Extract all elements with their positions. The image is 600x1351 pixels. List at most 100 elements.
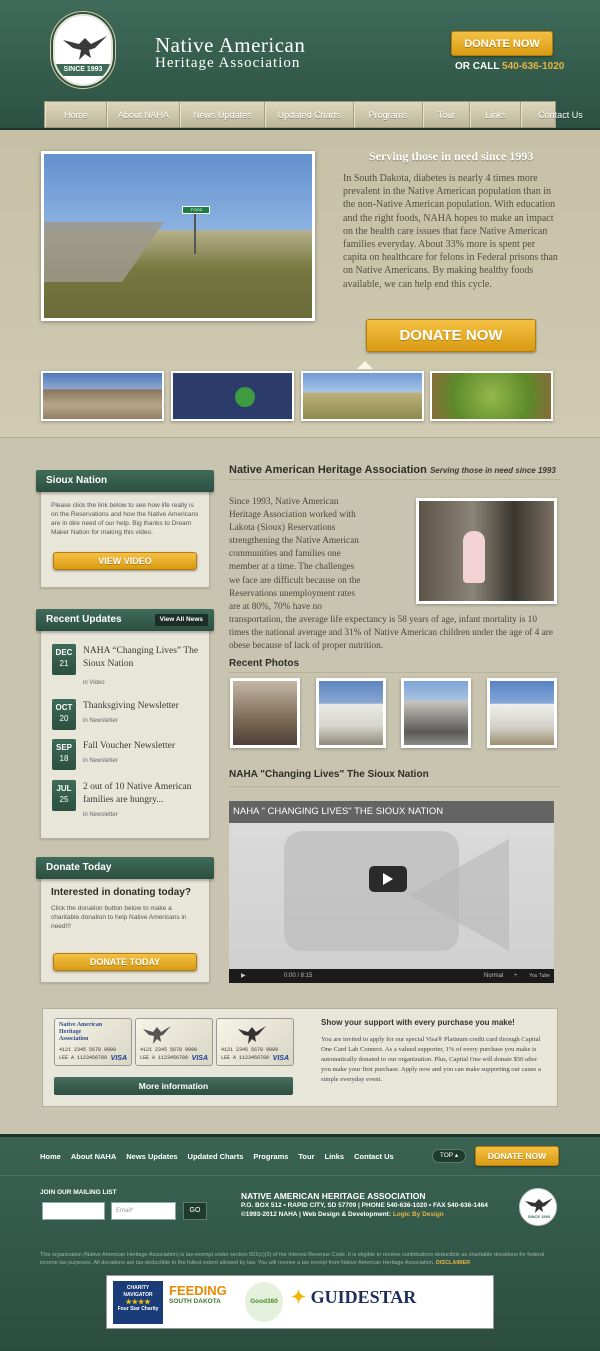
nav-contact[interactable]: Contact Us bbox=[521, 102, 599, 127]
guidestar-logo[interactable]: ✦ GUIDESTAR bbox=[291, 1287, 416, 1308]
visa-logo: VISA bbox=[110, 1055, 127, 1062]
view-all-news-button[interactable]: View All News bbox=[154, 614, 208, 626]
hero-thumb-2[interactable] bbox=[171, 371, 294, 421]
recent-photo-4[interactable] bbox=[487, 678, 557, 748]
naha-logo[interactable]: SINCE 1993 bbox=[53, 14, 113, 86]
phone-number[interactable]: 540-636-1020 bbox=[502, 61, 564, 72]
name-input[interactable] bbox=[42, 1202, 105, 1220]
fullscreen-icon[interactable]: + bbox=[514, 969, 518, 983]
footer-divider bbox=[0, 1175, 600, 1176]
recent-photo-3[interactable] bbox=[401, 678, 471, 748]
nav-news[interactable]: News Updates bbox=[180, 102, 265, 127]
update-title[interactable]: NAHA “Changing Lives” The Sioux Nation bbox=[83, 645, 203, 670]
footer-nav-programs[interactable]: Programs bbox=[253, 1152, 288, 1161]
logo-since-text: SINCE 1993 bbox=[55, 64, 111, 76]
footer-nav-charts[interactable]: Updated Charts bbox=[188, 1152, 244, 1161]
update-title[interactable]: Thanksgiving Newsletter bbox=[83, 700, 203, 713]
footer-nav-tour[interactable]: Tour bbox=[298, 1152, 314, 1161]
divider bbox=[229, 786, 560, 787]
donate-today-button[interactable]: DONATE TODAY bbox=[53, 953, 197, 971]
video-quality[interactable]: Normal bbox=[484, 969, 503, 983]
update-cat[interactable]: Newsletter bbox=[89, 718, 117, 724]
hero-thumb-4[interactable] bbox=[430, 371, 553, 421]
nav-charts[interactable]: Updated Charts bbox=[264, 102, 354, 127]
nav-tour[interactable]: Tour bbox=[422, 102, 471, 127]
update-category: in Newsletter bbox=[83, 812, 118, 818]
update-category: in Video bbox=[83, 680, 105, 686]
back-to-top-button[interactable]: TOP ▴ bbox=[432, 1149, 466, 1163]
visa-logo: VISA bbox=[191, 1055, 208, 1062]
update-cat[interactable]: Newsletter bbox=[89, 812, 117, 818]
footer-org-name: NATIVE AMERICAN HERITAGE ASSOCIATION bbox=[241, 1191, 426, 1201]
footer-nav-links[interactable]: Links bbox=[325, 1152, 345, 1161]
hero-thumb-1[interactable] bbox=[41, 371, 164, 421]
charity-navigator-text: CHARITY NAVIGATOR bbox=[123, 1285, 153, 1298]
recent-photo-1[interactable] bbox=[230, 678, 300, 748]
donate-today-box: Donate Today Interested in donating toda… bbox=[36, 857, 214, 983]
card-number: 4121 2345 5678 9999 bbox=[221, 1047, 279, 1053]
footer-donate-button[interactable]: DONATE NOW bbox=[475, 1146, 559, 1166]
main-nav: Home About NAHA News Updates Updated Cha… bbox=[44, 101, 583, 128]
nav-links[interactable]: Links bbox=[470, 102, 522, 127]
update-title[interactable]: Fall Voucher Newsletter bbox=[83, 740, 203, 753]
support-title: Show your support with every purchase yo… bbox=[321, 1018, 515, 1027]
good360-logo[interactable]: Good360 bbox=[245, 1282, 283, 1322]
video-title[interactable]: NAHA " CHANGING LIVES" THE SIOUX NATION bbox=[229, 801, 554, 823]
nav-home[interactable]: Home bbox=[45, 102, 108, 127]
developer-link[interactable]: Logic By Design bbox=[393, 1211, 444, 1218]
update-cat[interactable]: Newsletter bbox=[89, 758, 117, 764]
footer-nav-home[interactable]: Home bbox=[40, 1152, 61, 1161]
hero-section: FOOD Serving those in need since 1993 In… bbox=[0, 130, 600, 438]
site-subtitle: Heritage Association bbox=[155, 55, 301, 71]
email-input[interactable]: Email* bbox=[111, 1202, 176, 1220]
more-information-button[interactable]: More information bbox=[54, 1077, 293, 1095]
nav-about[interactable]: About NAHA bbox=[107, 102, 181, 127]
footer-nav-about[interactable]: About NAHA bbox=[71, 1152, 116, 1161]
youtube-logo[interactable]: You Tube bbox=[529, 969, 550, 983]
view-video-button[interactable]: VIEW VIDEO bbox=[53, 552, 197, 570]
update-in: in bbox=[83, 812, 88, 818]
recent-updates-box: Recent Updates View All News DEC 21 NAHA … bbox=[36, 609, 214, 839]
update-day: 25 bbox=[59, 795, 69, 804]
recent-updates-label: Recent Updates bbox=[46, 614, 122, 625]
nav-programs[interactable]: Programs bbox=[353, 102, 423, 127]
donate-today-title: Donate Today bbox=[36, 857, 214, 879]
credit-card-2: 4121 2345 5678 9999 LEE A 1123456789 VIS… bbox=[135, 1018, 213, 1066]
video-player[interactable]: NAHA " CHANGING LIVES" THE SIOUX NATION … bbox=[229, 801, 554, 983]
food-sign: FOOD bbox=[182, 206, 210, 214]
footer-logo-since: SINCE 1993 bbox=[527, 1214, 551, 1219]
support-text: You are invited to apply for our special… bbox=[321, 1036, 541, 1083]
footer-nav-news[interactable]: News Updates bbox=[126, 1152, 177, 1161]
top-label: TOP bbox=[439, 1152, 454, 1159]
recent-photo-2[interactable] bbox=[316, 678, 386, 748]
sioux-nation-text: Please click the link below to see how l… bbox=[51, 502, 199, 536]
site-header: SINCE 1993 Native American Heritage Asso… bbox=[0, 0, 600, 130]
eagle-icon bbox=[525, 1198, 553, 1213]
update-category: in Newsletter bbox=[83, 718, 118, 724]
guidestar-text: GUIDESTAR bbox=[310, 1287, 417, 1307]
hero-donate-button[interactable]: DONATE NOW bbox=[366, 319, 536, 352]
card-holder: LEE A 1123456789 bbox=[59, 1055, 108, 1061]
sioux-nation-box: Sioux Nation Please click the link below… bbox=[36, 470, 214, 588]
play-small-icon[interactable]: ▶ bbox=[241, 969, 246, 983]
footer-logo[interactable]: SINCE 1993 bbox=[519, 1188, 557, 1226]
update-category: in Newsletter bbox=[83, 758, 118, 764]
feeding-text: FEEDING bbox=[169, 1283, 227, 1298]
update-in: in bbox=[83, 718, 88, 724]
main-title-tag: Serving those in need since 1993 bbox=[429, 466, 556, 475]
charity-navigator-logo[interactable]: CHARITY NAVIGATOR ★★★★ Four Star Charity bbox=[113, 1281, 163, 1324]
hero-thumb-3[interactable] bbox=[301, 371, 424, 421]
disclaimer-link[interactable]: DISCLAIMER bbox=[436, 1260, 470, 1266]
eagle-icon bbox=[143, 1026, 171, 1044]
footer-nav-contact[interactable]: Contact Us bbox=[354, 1152, 394, 1161]
divider bbox=[229, 672, 560, 673]
donate-now-button[interactable]: DONATE NOW bbox=[451, 31, 553, 56]
update-title[interactable]: 2 out of 10 Native American families are… bbox=[83, 781, 203, 806]
card-holder: LEE A 1123456789 bbox=[221, 1055, 270, 1061]
update-date: JUL 25 bbox=[52, 780, 76, 811]
update-cat[interactable]: Video bbox=[89, 680, 104, 686]
play-button[interactable] bbox=[369, 866, 407, 892]
feeding-south-dakota-logo[interactable]: FEEDING SOUTH DAKOTA bbox=[169, 1284, 239, 1306]
star-icon: ✦ bbox=[291, 1287, 307, 1307]
go-button[interactable]: GO bbox=[183, 1202, 207, 1220]
